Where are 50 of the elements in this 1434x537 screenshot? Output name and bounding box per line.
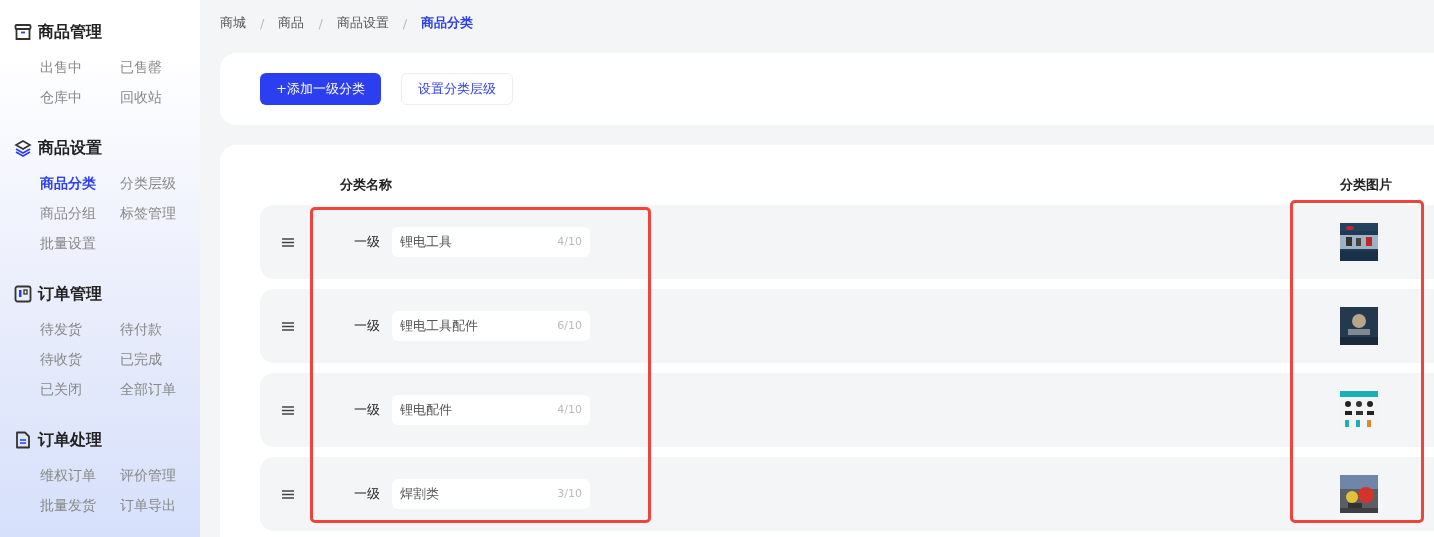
breadcrumb-item[interactable]: 商城 — [220, 14, 246, 32]
menu-item[interactable]: 批量发货 — [40, 494, 120, 516]
column-header: 分类名称 — [340, 177, 392, 192]
menu-item[interactable]: 待付款 — [120, 318, 200, 340]
group-title: 订单处理 — [38, 429, 102, 451]
level-label: 一级 — [354, 317, 380, 335]
character-count: 6/10 — [557, 319, 582, 333]
menu-item[interactable]: 标签管理 — [120, 202, 200, 224]
archive-icon — [14, 23, 32, 41]
breadcrumb-item[interactable]: 商品分类 — [421, 14, 474, 32]
menu-item[interactable]: 仓库中 — [40, 86, 120, 108]
settings-button[interactable]: 设置分类层级 — [400, 73, 513, 105]
drag-handle-icon[interactable] — [282, 489, 294, 499]
menu-item[interactable]: 商品分类 — [40, 172, 120, 194]
menu-item[interactable]: 分类层级 — [120, 172, 200, 194]
menu-item[interactable]: 商品分组 — [40, 202, 120, 224]
breadcrumb-separator: / — [318, 15, 323, 31]
add-category-button[interactable]: +添加一级分类 — [260, 73, 381, 105]
board-icon — [14, 285, 32, 303]
drag-handle-icon[interactable] — [282, 321, 294, 331]
column-header: 分类图片 — [1340, 176, 1393, 194]
menu-item[interactable]: 待收货 — [40, 348, 120, 370]
character-count: 4/10 — [557, 235, 582, 249]
level-label: 一级 — [354, 485, 380, 503]
group-title: 商品设置 — [38, 137, 102, 159]
drag-handle-icon[interactable] — [282, 237, 294, 247]
menu-item[interactable]: 待发货 — [40, 318, 120, 340]
layers-icon — [14, 139, 32, 157]
menu-item[interactable]: 已售罄 — [120, 56, 200, 78]
character-count: 4/10 — [557, 403, 582, 417]
menu-item[interactable]: 回收站 — [120, 86, 200, 108]
menu-item[interactable]: 评价管理 — [120, 464, 200, 486]
menu-item[interactable]: 全部订单 — [120, 378, 200, 400]
menu-item[interactable]: 维权订单 — [40, 464, 120, 486]
group-title: 订单管理 — [38, 283, 102, 305]
group-title: 商品管理 — [38, 21, 102, 43]
menu-item[interactable]: 批量设置 — [40, 232, 120, 254]
level-label: 一级 — [354, 233, 380, 251]
menu-item[interactable]: 订单导出 — [120, 494, 200, 516]
level-label: 一级 — [354, 401, 380, 419]
drag-handle-icon[interactable] — [282, 405, 294, 415]
menu-item[interactable]: 已关闭 — [40, 378, 120, 400]
breadcrumb-item[interactable]: 商品设置 — [336, 14, 389, 32]
menu-item[interactable]: 已完成 — [120, 348, 200, 370]
menu-item[interactable]: 出售中 — [40, 56, 120, 78]
document-icon — [14, 431, 32, 449]
breadcrumb-separator: / — [260, 15, 265, 31]
breadcrumb-item[interactable]: 商品 — [278, 14, 305, 32]
character-count: 3/10 — [557, 487, 582, 501]
breadcrumb-separator: / — [402, 15, 408, 31]
